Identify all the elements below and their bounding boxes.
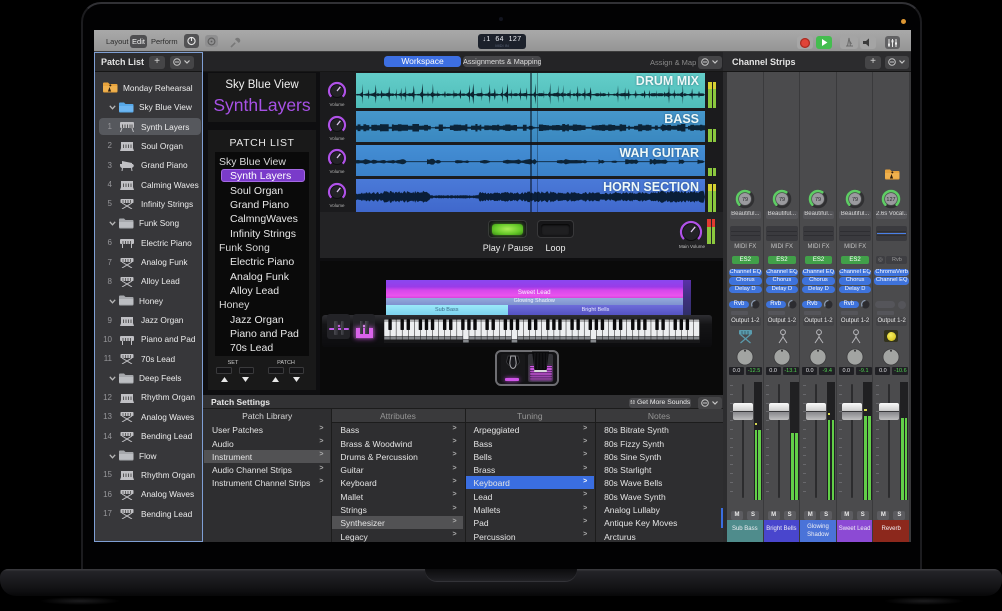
svg-text:79: 79 [742,197,748,203]
svg-text:79: 79 [779,197,785,203]
svg-text:79: 79 [852,197,858,203]
svg-text:79: 79 [815,197,821,203]
svg-text:127: 127 [887,197,896,203]
